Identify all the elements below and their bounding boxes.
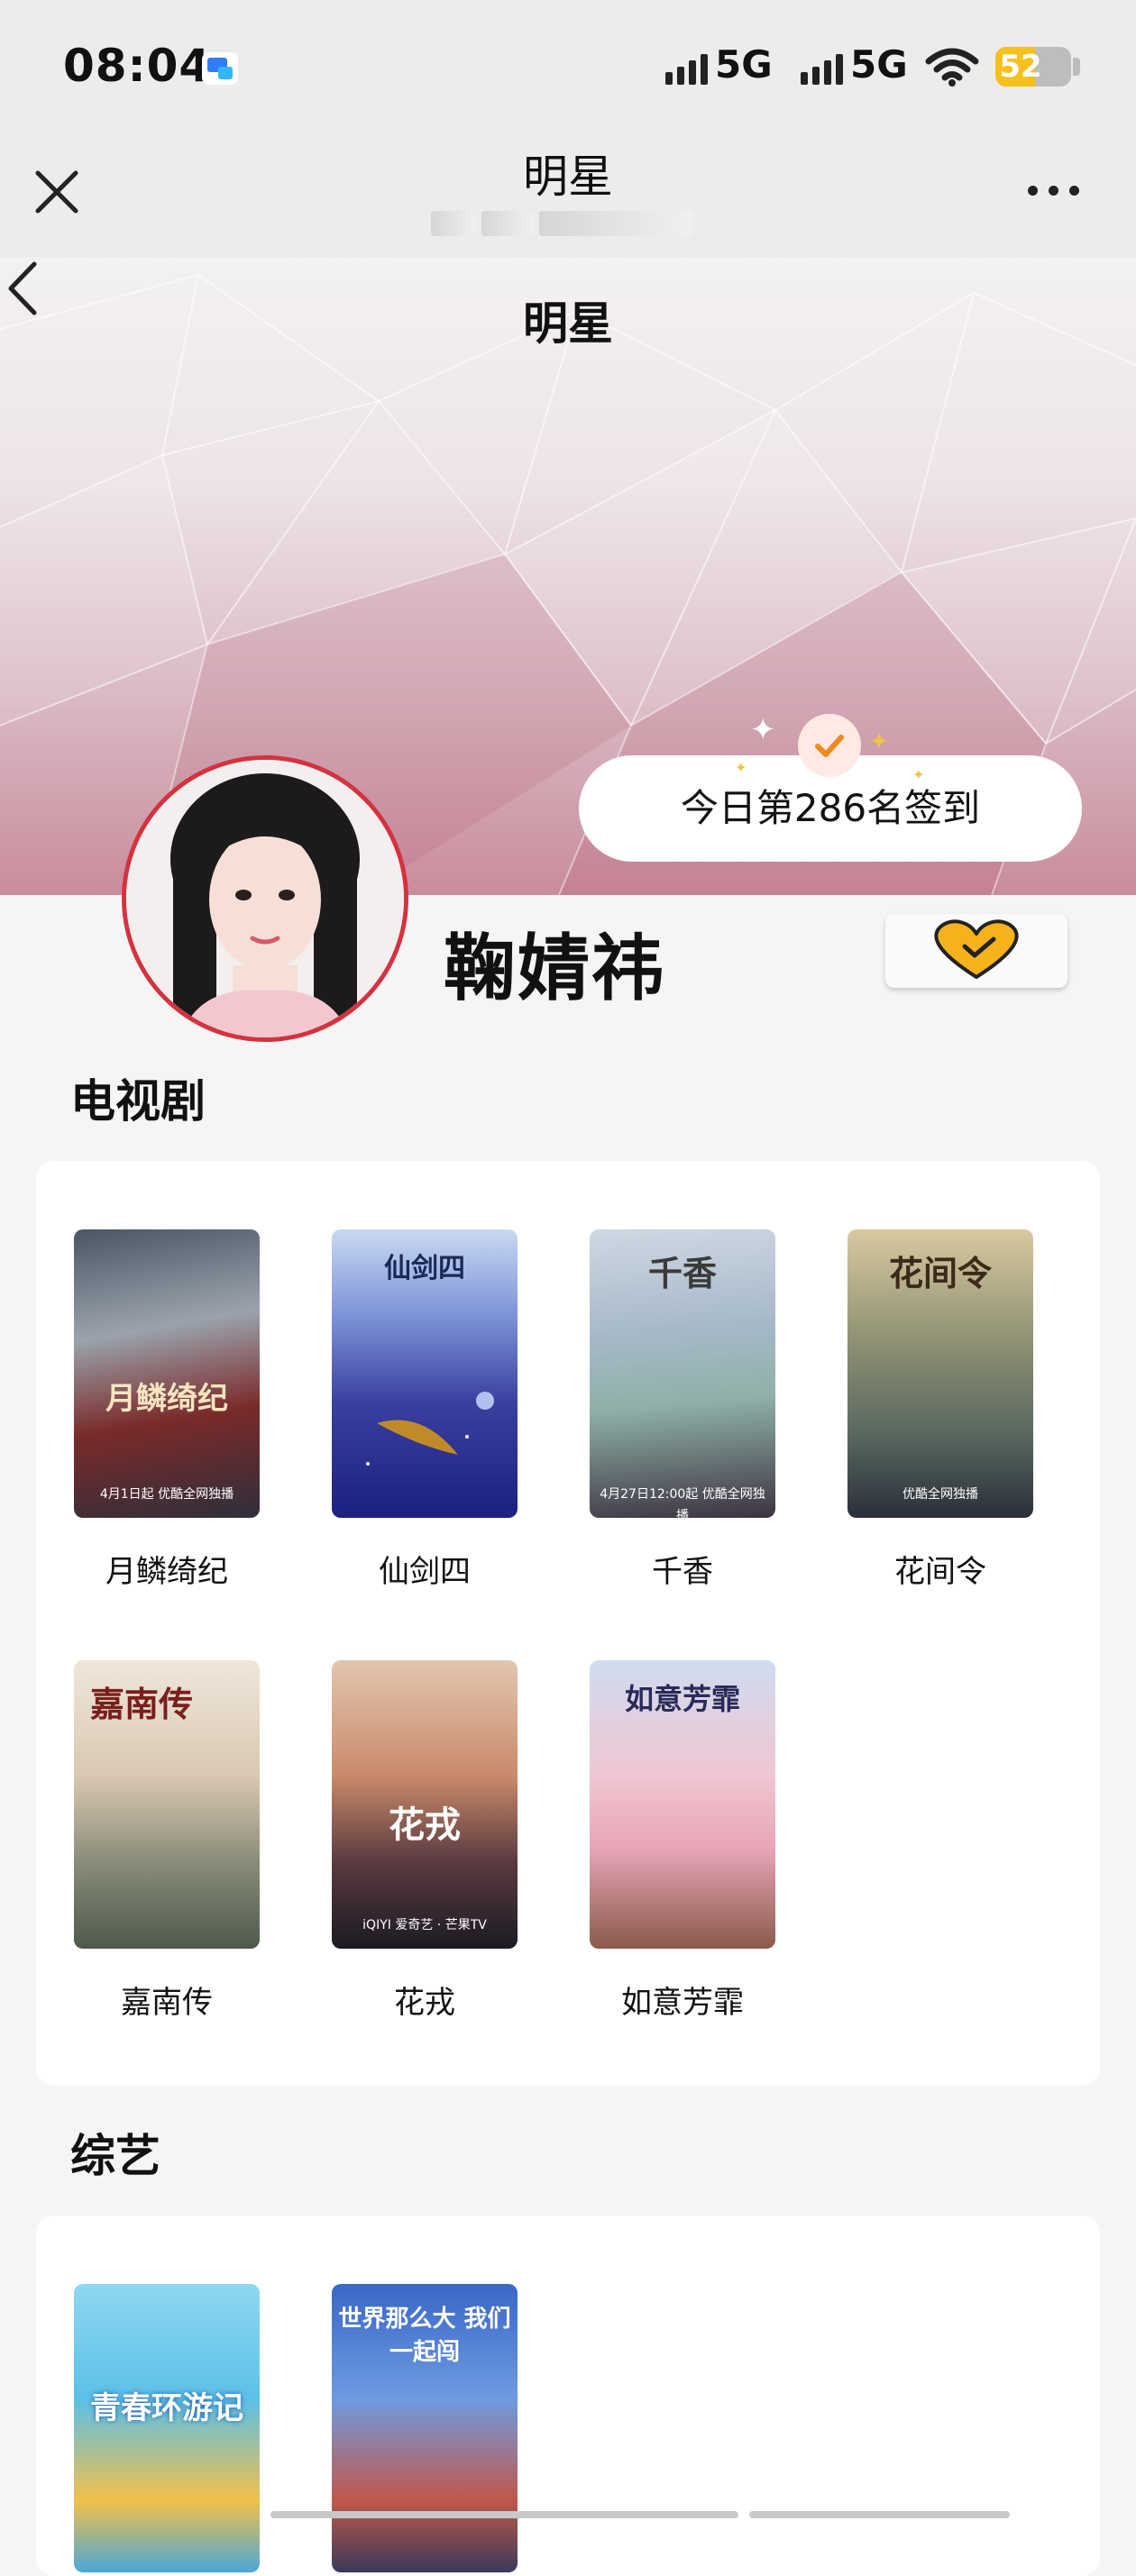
signal-1: 5G bbox=[665, 45, 773, 85]
poster-title-art: 花间令 bbox=[888, 1253, 992, 1293]
poster-title-art: 青春环游记 bbox=[90, 2390, 243, 2426]
poster-caption: 4月1日起 优酷全网独播 bbox=[99, 1487, 234, 1502]
poster-title-art: 月鳞绮纪 bbox=[105, 1381, 228, 1417]
poster-caption: iQIYI 爱奇艺 · 芒果TV bbox=[362, 1918, 487, 1932]
tv-item[interactable]: 千香 4月27日12:00起 优酷全网独播 千香 bbox=[590, 1229, 775, 1590]
tv-item[interactable]: 花戎 iQIYI 爱奇艺 · 芒果TV 花戎 bbox=[332, 1660, 518, 2021]
sparkle-icon: ✦ bbox=[869, 728, 889, 755]
tv-item[interactable]: 仙剑四 仙剑四 bbox=[332, 1229, 518, 1590]
poster-image[interactable]: 仙剑四 bbox=[332, 1229, 518, 1518]
poster-image[interactable]: 青春环游记 bbox=[74, 2284, 260, 2572]
tv-item[interactable]: 花间令 优酷全网独播 花间令 bbox=[847, 1229, 1033, 1590]
tv-item-label: 如意芳霏 bbox=[621, 1985, 744, 2021]
nav-title: 明星 bbox=[523, 151, 613, 203]
follow-button[interactable] bbox=[885, 914, 1067, 988]
battery-icon: 52 bbox=[995, 47, 1071, 87]
variety-item[interactable]: 世界那么大 我们一起闯 bbox=[332, 2284, 518, 2572]
battery-level: 52 bbox=[999, 49, 1042, 85]
poster-image[interactable]: 月鳞绮纪 4月1日起 优酷全网独播 bbox=[74, 1229, 260, 1518]
signal-bars-icon bbox=[801, 54, 843, 85]
network-type-2: 5G bbox=[850, 42, 908, 87]
poster-image[interactable]: 世界那么大 我们一起闯 bbox=[332, 2284, 518, 2572]
tv-item[interactable]: 月鳞绮纪 4月1日起 优酷全网独播 月鳞绮纪 bbox=[74, 1229, 260, 1590]
tv-item-label: 嘉南传 bbox=[121, 1985, 213, 2021]
tv-item-label: 花戎 bbox=[394, 1985, 455, 2021]
poster-caption: 优酷全网独播 bbox=[902, 1487, 978, 1502]
star-name: 鞠婧祎 bbox=[444, 927, 665, 1010]
poster-image[interactable]: 如意芳霏 bbox=[590, 1660, 775, 1949]
poster-title-art: 如意芳霏 bbox=[624, 1682, 740, 1716]
sparkle-icon: ✦ bbox=[735, 759, 747, 776]
app-notification-icon bbox=[202, 52, 238, 85]
poster-title-art: 花戎 bbox=[389, 1804, 461, 1846]
poster-title-art: 千香 bbox=[647, 1253, 717, 1293]
poster-image[interactable]: 花戎 iQIYI 爱奇艺 · 芒果TV bbox=[332, 1660, 518, 1949]
tv-item-label: 花间令 bbox=[894, 1554, 986, 1590]
network-type-1: 5G bbox=[715, 42, 773, 87]
tv-card: 月鳞绮纪 4月1日起 优酷全网独播 月鳞绮纪 仙剑四 仙剑四 千香 4月27日1… bbox=[36, 1161, 1100, 2086]
poster-image[interactable]: 嘉南传 bbox=[74, 1660, 260, 1949]
check-icon bbox=[798, 714, 861, 777]
page-title: 明星 bbox=[523, 297, 613, 350]
nav-subtitle-blurred bbox=[431, 211, 692, 236]
tv-item-label: 千香 bbox=[652, 1554, 713, 1590]
nav-bar: 明星 bbox=[0, 135, 1136, 257]
wifi-icon bbox=[925, 48, 979, 87]
status-time: 08:04 bbox=[63, 40, 212, 92]
sparkle-icon: ✦ bbox=[912, 766, 925, 783]
avatar[interactable] bbox=[122, 755, 408, 1042]
section-title-variety: 综艺 bbox=[70, 2130, 160, 2182]
poster-image[interactable]: 千香 4月27日12:00起 优酷全网独播 bbox=[590, 1229, 775, 1518]
tv-item-label: 仙剑四 bbox=[379, 1554, 471, 1590]
tv-item[interactable]: 如意芳霏 如意芳霏 bbox=[590, 1660, 775, 2021]
poster-image[interactable]: 花间令 优酷全网独播 bbox=[847, 1229, 1033, 1518]
poster-caption: 4月27日12:00起 优酷全网独播 bbox=[600, 1487, 765, 1518]
signal-bars-icon bbox=[665, 54, 708, 85]
battery-cap bbox=[1073, 58, 1080, 76]
tv-item[interactable]: 嘉南传 嘉南传 bbox=[74, 1660, 260, 2021]
home-indicator bbox=[270, 2511, 1010, 2518]
section-title-tv: 电视剧 bbox=[70, 1075, 206, 1128]
signal-2: 5G bbox=[801, 45, 908, 85]
variety-card: 青春环游记 世界那么大 我们一起闯 bbox=[36, 2215, 1100, 2576]
sparkle-icon: ✦ bbox=[750, 712, 776, 748]
status-bar: 08:04 5G 5G 52 bbox=[0, 0, 1136, 135]
more-icon[interactable] bbox=[1028, 177, 1091, 204]
heart-check-icon bbox=[934, 919, 1019, 979]
poster-title-art: 世界那么大 我们一起闯 bbox=[338, 2306, 511, 2366]
poster-title-art: 嘉南传 bbox=[90, 1684, 194, 1724]
tv-item-label: 月鳞绮纪 bbox=[105, 1554, 228, 1590]
variety-item[interactable]: 青春环游记 bbox=[74, 2284, 260, 2572]
